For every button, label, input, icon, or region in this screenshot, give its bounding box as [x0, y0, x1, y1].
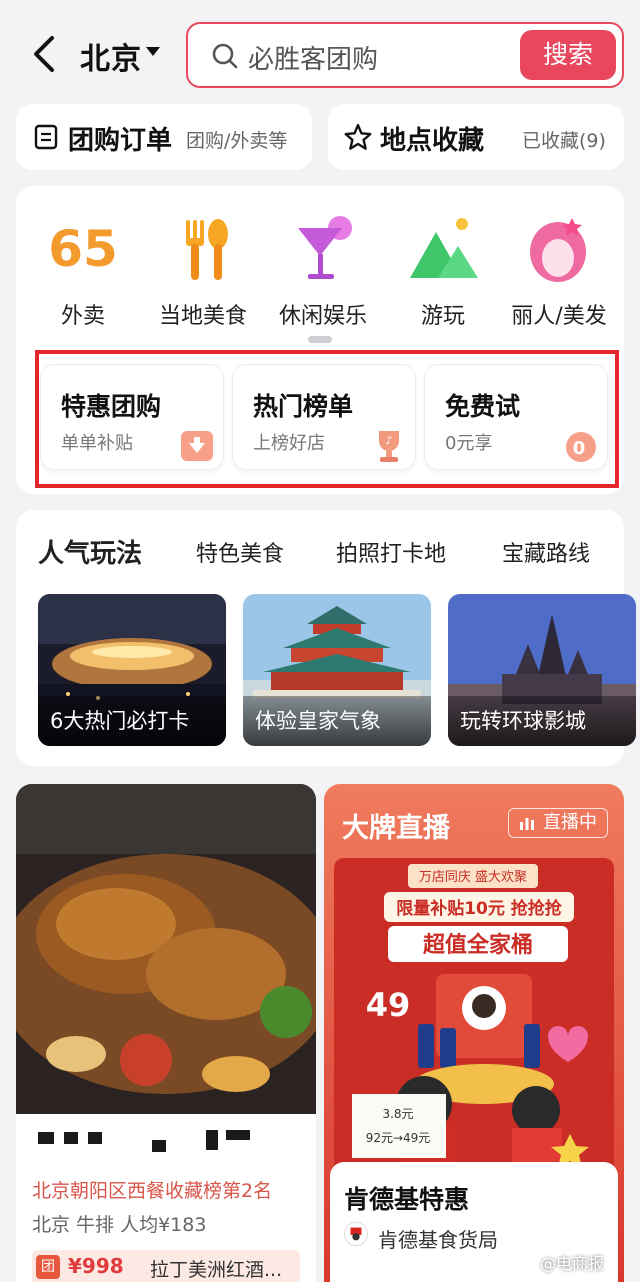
tab-treasure-routes[interactable]: 宝藏路线	[502, 536, 590, 568]
cocktail-icon	[298, 216, 352, 279]
search-button[interactable]: 搜索	[520, 30, 616, 80]
caret-down-icon[interactable]	[146, 47, 160, 56]
redaction-block	[38, 1132, 54, 1144]
search-icon	[212, 43, 238, 69]
live-bars-icon	[520, 818, 534, 830]
live-status-badge: 直播中	[508, 808, 608, 838]
svg-text:0: 0	[573, 438, 586, 459]
tile-hot-spots[interactable]: 6大热门必打卡	[38, 594, 226, 746]
trophy-icon: ♪	[379, 431, 399, 462]
live-stream-card[interactable]: 万店同庆 盛大欢聚 限量补贴10元 抢抢抢 超值全家桶 49 3.8元 92元→…	[324, 784, 624, 1282]
svg-text:49: 49	[366, 986, 411, 1024]
search-box[interactable]: 必胜客团购 搜索	[186, 22, 624, 88]
fork-spoon-icon	[186, 219, 228, 280]
group-orders-sub: 团购/外卖等	[186, 130, 288, 152]
category-beauty[interactable]: 丽人/美发	[504, 214, 614, 330]
svg-text:♪: ♪	[385, 434, 392, 447]
tile-universal-studios[interactable]: 玩转环球影城	[448, 594, 636, 746]
mountain-icon	[410, 218, 478, 278]
svg-text:65: 65	[48, 220, 118, 278]
category-local-food[interactable]: 当地美食	[148, 214, 258, 330]
group-orders-label: 团购订单	[68, 126, 173, 156]
svg-text:92元→49元: 92元→49元	[366, 1131, 431, 1145]
shop-meta: 北京 牛排 人均¥183	[32, 1214, 207, 1236]
page-indicator	[308, 336, 332, 343]
redaction-block	[88, 1132, 102, 1144]
saved-places-entry[interactable]: 地点收藏 已收藏(9)	[328, 104, 624, 170]
saved-places-count: 已收藏(9)	[522, 130, 606, 152]
saved-places-label: 地点收藏	[380, 126, 485, 156]
svg-text:3.8元: 3.8元	[382, 1107, 413, 1121]
category-card: 65 外卖 当地美食 休闲娱乐 游玩 丽人/美发 特惠团购 单单补贴 热门榜单 …	[16, 186, 624, 494]
watermark: @电商报	[540, 1254, 605, 1273]
promo-discount-deals[interactable]: 特惠团购 单单补贴	[40, 364, 224, 470]
group-orders-entry[interactable]: 团购订单 团购/外卖等	[16, 104, 312, 170]
deal-price: ¥998	[68, 1254, 124, 1278]
star-icon	[344, 123, 372, 150]
promo-hot-list[interactable]: 热门榜单 上榜好店 ♪	[232, 364, 416, 470]
city-selector[interactable]: 北京	[80, 34, 142, 78]
search-input[interactable]: 必胜客团购	[248, 39, 378, 76]
live-section-title: 大牌直播	[342, 813, 450, 844]
popular-section: 人气玩法 特色美食 拍照打卡地 宝藏路线 6大热门必打卡 体验皇家气象 玩转环球…	[16, 510, 636, 766]
promo-free-trial[interactable]: 免费试 0元享 0	[424, 364, 608, 470]
redaction-block	[152, 1140, 166, 1152]
redaction-block	[64, 1132, 78, 1144]
beauty-icon	[530, 218, 586, 282]
tab-popular[interactable]: 人气玩法	[38, 533, 142, 570]
deal-name: 拉丁美洲红酒...	[150, 1259, 283, 1281]
takeout-65-icon: 65	[48, 220, 118, 278]
top-bar: 北京 必胜客团购 搜索	[0, 0, 640, 100]
group-deal-tag: 团	[36, 1255, 60, 1279]
tab-photo-spots[interactable]: 拍照打卡地	[336, 536, 446, 568]
deal-row[interactable]: 团 ¥998 拉丁美洲红酒...	[32, 1250, 300, 1282]
redaction-block	[206, 1130, 218, 1150]
svg-text:超值全家桶: 超值全家桶	[423, 932, 533, 958]
restaurant-card[interactable]: 北京朝阳区西餐收藏榜第2名 北京 牛排 人均¥183 团 ¥998 拉丁美洲红酒…	[16, 784, 316, 1282]
svg-text:万店同庆 盛大欢聚: 万店同庆 盛大欢聚	[419, 870, 527, 885]
category-play[interactable]: 游玩	[388, 214, 498, 330]
brand-deal-title: 肯德基特惠	[344, 1185, 470, 1214]
category-leisure[interactable]: 休闲娱乐	[268, 214, 378, 330]
tile-royal-palace[interactable]: 体验皇家气象	[243, 594, 431, 746]
roast-chicken-image	[16, 784, 316, 1114]
discount-tag-icon	[181, 431, 213, 461]
ranking-label: 北京朝阳区西餐收藏榜第2名	[32, 1180, 273, 1202]
redaction-block	[226, 1130, 250, 1140]
shop-name: 肯德基食货局	[378, 1228, 498, 1252]
svg-text:限量补贴10元 抢抢抢: 限量补贴10元 抢抢抢	[396, 898, 563, 919]
kfc-logo-icon	[344, 1222, 368, 1246]
order-list-icon	[34, 124, 58, 150]
tab-local-food[interactable]: 特色美食	[196, 536, 284, 568]
zero-yuan-icon: 0	[566, 432, 596, 462]
back-arrow-icon[interactable]	[30, 34, 60, 74]
category-takeout[interactable]: 65 外卖	[28, 214, 138, 330]
